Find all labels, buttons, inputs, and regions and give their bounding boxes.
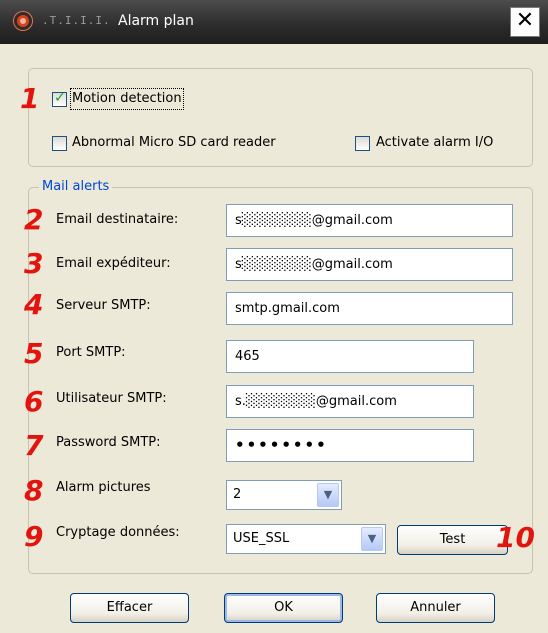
clear-button[interactable]: Effacer	[70, 593, 189, 623]
close-icon: ✕	[515, 8, 535, 33]
alarm-pictures-label: Alarm pictures	[56, 480, 151, 495]
annotation-6: 6	[24, 385, 44, 418]
mail-alerts-legend: Mail alerts	[39, 179, 113, 195]
smtp-port-label: Port SMTP:	[56, 345, 126, 360]
alarm-io-label[interactable]: Activate alarm I/O	[376, 134, 493, 152]
mail-alerts-group: Mail alerts	[28, 179, 533, 574]
smtp-server-input[interactable]: smtp.gmail.com	[226, 292, 513, 325]
cancel-button[interactable]: Annuler	[376, 593, 495, 623]
annotation-5: 5	[24, 337, 44, 370]
alarm-pictures-select[interactable]: 2 ▼	[226, 480, 342, 510]
ok-button[interactable]: OK	[224, 593, 343, 623]
sdcard-checkbox[interactable]	[52, 136, 67, 151]
smtp-port-input[interactable]: 465	[226, 340, 474, 373]
motion-detection-checkbox[interactable]	[52, 90, 67, 107]
encryption-select[interactable]: USE_SSL ▼	[226, 524, 386, 554]
email-from-input[interactable]: s░░░░░░░@gmail.com	[226, 248, 513, 281]
smtp-user-input[interactable]: s.░░░░░░░@gmail.com	[226, 385, 474, 418]
encryption-label: Cryptage données:	[56, 525, 180, 540]
alarm-io-checkbox[interactable]	[355, 136, 370, 151]
annotation-1: 1	[20, 82, 40, 115]
detection-group	[28, 68, 533, 167]
annotation-10: 10	[496, 521, 535, 554]
smtp-server-label: Serveur SMTP:	[56, 298, 151, 313]
close-button[interactable]: ✕	[510, 7, 540, 37]
annotation-8: 8	[24, 474, 44, 507]
smtp-password-label: Password SMTP:	[56, 435, 161, 450]
test-button[interactable]: Test	[397, 525, 508, 555]
annotation-3: 3	[24, 247, 44, 280]
annotation-2: 2	[24, 203, 44, 236]
title-bar: .T.I.I.I. Alarm plan ✕	[0, 0, 548, 44]
smtp-user-label: Utilisateur SMTP:	[56, 391, 167, 406]
email-from-label: Email expéditeur:	[56, 256, 171, 271]
encryption-value: USE_SSL	[233, 531, 290, 546]
app-icon	[14, 12, 32, 30]
sdcard-label[interactable]: Abnormal Micro SD card reader	[72, 134, 276, 152]
annotation-7: 7	[24, 429, 44, 462]
email-to-label: Email destinataire:	[56, 212, 179, 227]
chevron-down-icon[interactable]: ▼	[317, 483, 339, 507]
motion-detection-label[interactable]: Motion detection	[70, 88, 184, 110]
email-to-input[interactable]: s░░░░░░░@gmail.com	[226, 204, 513, 237]
smtp-password-input[interactable]: ••••••••	[226, 429, 474, 462]
alarm-pictures-value: 2	[233, 487, 242, 502]
annotation-9: 9	[24, 520, 44, 553]
annotation-4: 4	[24, 288, 44, 321]
window-title: Alarm plan	[118, 13, 194, 29]
chevron-down-icon[interactable]: ▼	[361, 527, 383, 551]
window-title-prefix: .T.I.I.I.	[42, 14, 111, 27]
